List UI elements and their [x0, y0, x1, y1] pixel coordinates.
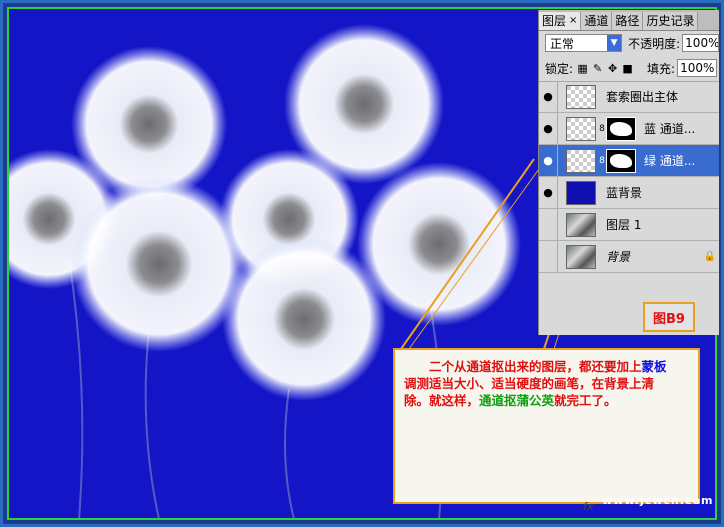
annotation-note: 二个从通道抠出来的图层，都还要加上蒙板 调测适当大小、适当硬度的画笔，在背景上清…: [393, 348, 700, 504]
lock-transparency-icon[interactable]: ▦: [577, 63, 588, 74]
eye-toggle-empty[interactable]: [539, 241, 558, 272]
lock-brush-icon[interactable]: ✎: [592, 63, 603, 74]
layer-row[interactable]: ● 蓝背景: [539, 177, 719, 209]
blend-mode-select[interactable]: 正常 ▼: [545, 34, 623, 52]
layer-thumbnail: [566, 244, 596, 269]
layer-mask-thumbnail[interactable]: [606, 116, 636, 141]
layer-name: 绿 通道...: [644, 154, 696, 168]
lock-move-icon[interactable]: ✥: [607, 63, 618, 74]
layer-thumbnail: [566, 84, 596, 109]
tab-history[interactable]: 历史记录: [643, 12, 699, 30]
layer-name: 蓝背景: [606, 186, 643, 200]
opacity-label: 不透明度:: [628, 36, 681, 51]
layer-mask-thumbnail[interactable]: [606, 148, 636, 173]
tab-channels[interactable]: 通道: [581, 12, 613, 30]
dandelion-7: [222, 237, 386, 401]
opacity-input[interactable]: 100%: [682, 34, 719, 52]
note-line-2: 调测适当大小、适当硬度的画笔，在背景上清: [404, 376, 655, 391]
layer-row[interactable]: 背景 🔒: [539, 241, 719, 273]
eye-toggle-empty[interactable]: [539, 209, 558, 240]
eye-icon[interactable]: ●: [539, 113, 558, 144]
watermark: www.jcwcn.com: [602, 494, 714, 507]
lock-icon: 🔒: [703, 251, 716, 262]
layer-row[interactable]: ● 8 蓝 通道...: [539, 113, 719, 145]
lock-all-icon[interactable]: ■: [622, 63, 633, 74]
chevron-down-icon[interactable]: ▼: [607, 35, 622, 51]
blend-row: 正常 ▼ 不透明度: 100%: [539, 31, 719, 55]
layer-name: 背景: [606, 250, 631, 264]
eye-icon[interactable]: ●: [539, 81, 558, 112]
lock-row: 锁定: ▦ ✎ ✥ ■ 填充: 100%: [539, 55, 719, 82]
chain-icon[interactable]: 8: [598, 156, 606, 166]
layer-thumbnail: [566, 212, 596, 237]
layers-panel: 图层 × 通道 路径 历史记录 正常 ▼ 不透明度: 100% 锁定: ▦ ✎ ✥ …: [538, 10, 719, 335]
layer-name: 图层 1: [606, 218, 642, 232]
tab-paths[interactable]: 路径: [612, 12, 644, 30]
lock-label: 锁定:: [545, 61, 574, 76]
eye-icon[interactable]: ●: [539, 145, 558, 176]
note-line-3: 除。就这样，通道抠蒲公英就完工了。: [404, 393, 617, 408]
layer-row[interactable]: ● 套索圈出主体: [539, 81, 719, 113]
layer-name: 蓝 通道...: [644, 122, 696, 136]
panel-tabs: 图层 × 通道 路径 历史记录: [539, 10, 719, 31]
fill-label: 填充:: [647, 61, 676, 76]
layer-thumbnail: [566, 180, 596, 205]
eye-icon[interactable]: ●: [539, 177, 558, 208]
note-line-1: 二个从通道抠出来的图层，都还要加上蒙板: [429, 359, 667, 374]
layer-thumbnail: [566, 116, 596, 141]
fill-input[interactable]: 100%: [677, 59, 718, 77]
chain-icon[interactable]: 8: [598, 124, 606, 134]
layer-row-selected[interactable]: ● 8 绿 通道...: [539, 145, 719, 177]
fx-icon[interactable]: fx: [583, 500, 593, 513]
layer-thumbnail: [566, 148, 596, 173]
close-icon[interactable]: ×: [569, 12, 577, 30]
tab-layers[interactable]: 图层 ×: [539, 12, 582, 30]
layer-name: 套索圈出主体: [606, 90, 679, 104]
dandelion-4: [71, 176, 247, 352]
figure-label: 图B9: [643, 302, 695, 332]
layer-row[interactable]: 图层 1: [539, 209, 719, 241]
